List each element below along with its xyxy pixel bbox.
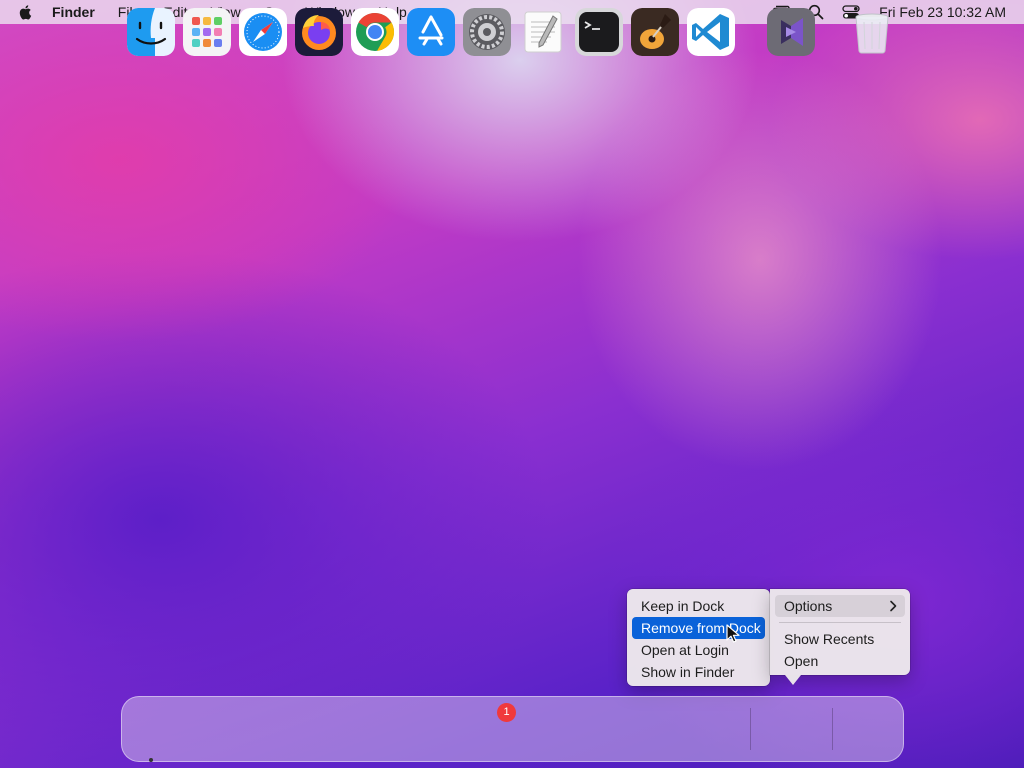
garageband-icon[interactable] xyxy=(631,8,679,56)
terminal-icon[interactable] xyxy=(575,8,623,56)
launchpad-icon[interactable] xyxy=(183,8,231,56)
app-store-icon[interactable] xyxy=(407,8,455,56)
chrome-icon[interactable] xyxy=(351,8,399,56)
system-settings-icon[interactable] xyxy=(463,8,511,56)
menu-app-name[interactable]: Finder xyxy=(52,4,95,20)
menu-item-open[interactable]: Open xyxy=(775,650,905,672)
dock-separator-trash xyxy=(832,708,833,750)
apple-menu-icon[interactable] xyxy=(18,3,34,21)
menu-item-open-at-login[interactable]: Open at Login xyxy=(632,639,765,661)
dock-context-menu: Keep in Dock Remove from Dock Open at Lo… xyxy=(627,589,770,686)
finder-icon[interactable] xyxy=(127,8,175,56)
dock-separator xyxy=(750,708,751,750)
notification-badge: 1 xyxy=(497,703,516,722)
menu-item-remove-from-dock[interactable]: Remove from Dock xyxy=(632,617,765,639)
visual-studio-icon[interactable] xyxy=(767,8,815,56)
chevron-right-icon xyxy=(889,595,897,619)
menu-item-show-in-finder[interactable]: Show in Finder xyxy=(632,661,765,683)
menu-separator xyxy=(779,622,901,623)
firefox-icon[interactable] xyxy=(295,8,343,56)
menu-item-show-recents[interactable]: Show Recents xyxy=(775,628,905,650)
menu-item-options[interactable]: Options xyxy=(775,595,905,617)
safari-icon[interactable] xyxy=(239,8,287,56)
textedit-icon[interactable] xyxy=(519,8,567,56)
menu-item-keep-in-dock[interactable]: Keep in Dock xyxy=(632,595,765,617)
menu-item-options-label: Options xyxy=(784,598,833,614)
finder-running-indicator xyxy=(149,758,153,762)
context-menu-pointer xyxy=(785,675,801,685)
vscode-icon[interactable] xyxy=(687,8,735,56)
mouse-cursor-icon xyxy=(726,624,740,643)
dock-options-menu: Options Show Recents Open xyxy=(770,589,910,675)
menu-bar-clock[interactable]: Fri Feb 23 10:32 AM xyxy=(879,4,1006,20)
trash-icon[interactable] xyxy=(848,8,896,56)
